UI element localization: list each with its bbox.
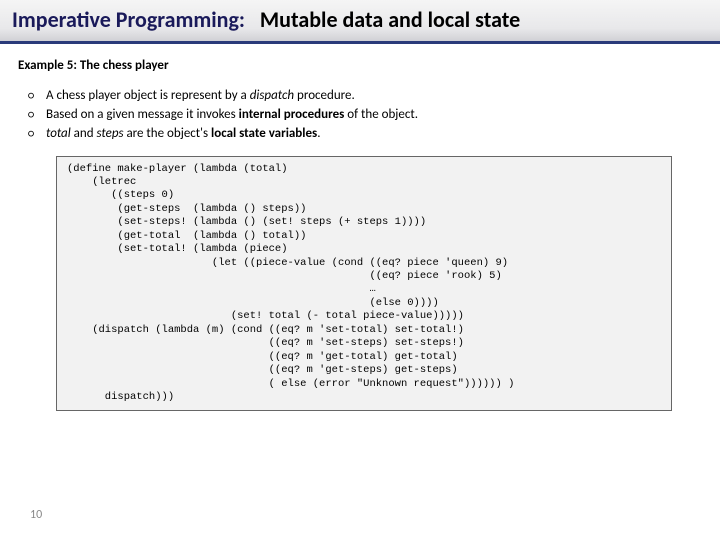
example-label: Example 5: The chess player <box>18 58 702 73</box>
slide-title: Imperative Programming: Mutable data and… <box>12 6 708 33</box>
bullet-item: Based on a given message it invokes inte… <box>28 106 702 125</box>
slide-header: Imperative Programming: Mutable data and… <box>0 0 720 44</box>
slide-content: Example 5: The chess player A chess play… <box>0 44 720 411</box>
bullet-list: A chess player object is represent by a … <box>28 87 702 144</box>
title-rest: Mutable data and local state <box>260 6 520 33</box>
bullet-item: total and steps are the object's local s… <box>28 125 702 144</box>
bullet-item: A chess player object is represent by a … <box>28 87 702 106</box>
page-number: 10 <box>30 508 42 522</box>
code-block: (define make-player (lambda (total) (let… <box>56 156 672 412</box>
title-prefix: Imperative Programming: <box>12 6 245 33</box>
